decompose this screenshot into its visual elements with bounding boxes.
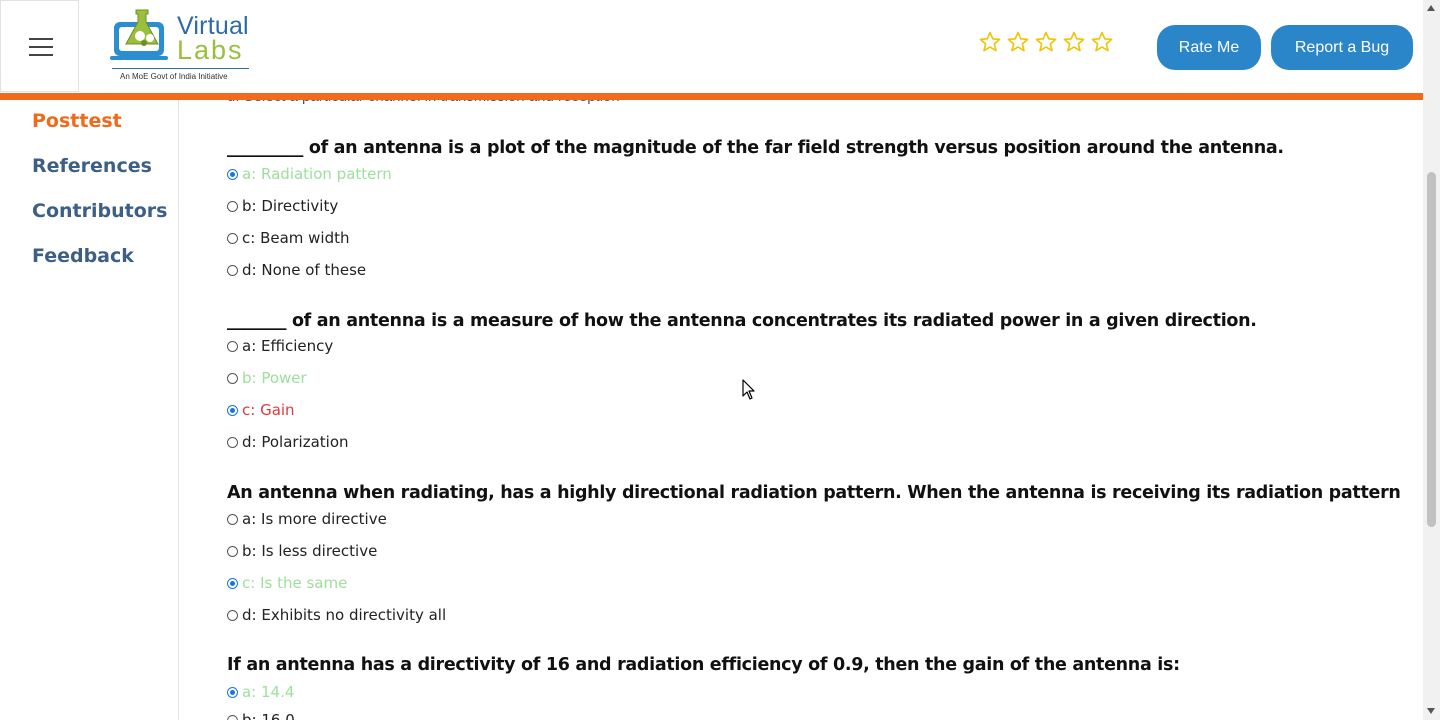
- q1-option-d[interactable]: d: None of these: [227, 261, 366, 279]
- scroll-up-icon[interactable]: [1427, 5, 1435, 11]
- radio-button[interactable]: [227, 545, 238, 557]
- rate-me-button[interactable]: Rate Me: [1157, 25, 1261, 70]
- scroll-down-icon[interactable]: [1427, 708, 1435, 714]
- option-label: c: Is the same: [242, 574, 348, 592]
- header: Virtual Labs An MoE Govt of India Initia…: [0, 0, 1423, 93]
- radio-button[interactable]: [227, 577, 238, 589]
- menu-icon[interactable]: [0, 0, 79, 92]
- option-label: b: 16.0: [242, 711, 295, 720]
- sidebar-item-references[interactable]: References: [32, 155, 152, 177]
- sidebar-item-posttest[interactable]: Posttest: [32, 110, 122, 132]
- star-rating[interactable]: [978, 30, 1114, 54]
- star-icon[interactable]: [1090, 30, 1114, 54]
- option-label: d: None of these: [242, 261, 367, 279]
- question-3: An antenna when radiating, has a highly …: [227, 483, 1401, 503]
- option-label: a: 14.4: [242, 683, 295, 701]
- option-label: a: Radiation pattern: [242, 165, 392, 183]
- scroll-thumb[interactable]: [1427, 172, 1436, 527]
- logo-divider: [112, 68, 249, 69]
- option-label: b: Is less directive: [242, 542, 378, 560]
- q2-option-b[interactable]: b: Power: [227, 369, 307, 387]
- logo-tagline: An MoE Govt of India Initiative: [120, 72, 228, 81]
- radio-button[interactable]: [227, 232, 238, 244]
- logo-flask-icon: [110, 9, 168, 60]
- q1-option-b[interactable]: b: Directivity: [227, 197, 338, 215]
- radio-button[interactable]: [227, 513, 238, 525]
- question-1: _________ of an antenna is a plot of the…: [227, 138, 1284, 158]
- q3-option-b[interactable]: b: Is less directive: [227, 542, 377, 560]
- q4-option-b[interactable]: b: 16.0: [227, 711, 295, 720]
- star-icon[interactable]: [978, 30, 1002, 54]
- radio-button[interactable]: [227, 714, 238, 720]
- radio-button[interactable]: [227, 264, 238, 276]
- sidebar-item-contributors[interactable]: Contributors: [32, 200, 167, 222]
- option-label: a: Is more directive: [242, 510, 387, 528]
- option-label: b: Directivity: [242, 197, 339, 215]
- radio-button[interactable]: [227, 404, 238, 416]
- vertical-scrollbar[interactable]: [1423, 0, 1440, 720]
- q2-option-c[interactable]: c: Gain: [227, 401, 295, 419]
- q2-option-d[interactable]: d: Polarization: [227, 433, 349, 451]
- option-label: b: Power: [242, 369, 307, 387]
- option-label: a: Efficiency: [242, 337, 334, 355]
- radio-button[interactable]: [227, 168, 238, 180]
- header-accent-bar: [0, 93, 1423, 100]
- question-2: _______ of an antenna is a measure of ho…: [227, 311, 1257, 331]
- sidebar-item-feedback[interactable]: Feedback: [32, 245, 134, 267]
- option-label: d: Exhibits no directivity all: [242, 606, 447, 624]
- q3-option-c[interactable]: c: Is the same: [227, 574, 347, 592]
- star-icon[interactable]: [1006, 30, 1030, 54]
- radio-button[interactable]: [227, 609, 238, 621]
- logo-text-labs: Labs: [177, 35, 244, 65]
- page: Virtual Labs An MoE Govt of India Initia…: [0, 0, 1440, 720]
- report-bug-button[interactable]: Report a Bug: [1271, 25, 1413, 70]
- q1-option-a[interactable]: a: Radiation pattern: [227, 165, 392, 183]
- radio-button[interactable]: [227, 200, 238, 212]
- q3-option-d[interactable]: d: Exhibits no directivity all: [227, 606, 446, 624]
- star-icon[interactable]: [1062, 30, 1086, 54]
- radio-button[interactable]: [227, 686, 238, 698]
- option-label: d: Polarization: [242, 433, 349, 451]
- radio-button[interactable]: [227, 372, 238, 384]
- mouse-cursor-icon: [742, 379, 755, 400]
- sidebar: Posttest References Contributors Feedbac…: [0, 100, 179, 720]
- option-label: c: Beam width: [242, 229, 350, 247]
- virtual-labs-logo[interactable]: Virtual Labs An MoE Govt of India Initia…: [80, 0, 280, 92]
- q4-option-a[interactable]: a: 14.4: [227, 683, 294, 701]
- star-icon[interactable]: [1034, 30, 1058, 54]
- posttest-quiz: d: Select a particular channel in transm…: [179, 0, 1423, 720]
- q1-option-c[interactable]: c: Beam width: [227, 229, 350, 247]
- option-label: c: Gain: [242, 401, 295, 419]
- question-4: If an antenna has a directivity of 16 an…: [227, 655, 1180, 675]
- q2-option-a[interactable]: a: Efficiency: [227, 337, 333, 355]
- radio-button[interactable]: [227, 340, 238, 352]
- q3-option-a[interactable]: a: Is more directive: [227, 510, 387, 528]
- radio-button[interactable]: [227, 436, 238, 448]
